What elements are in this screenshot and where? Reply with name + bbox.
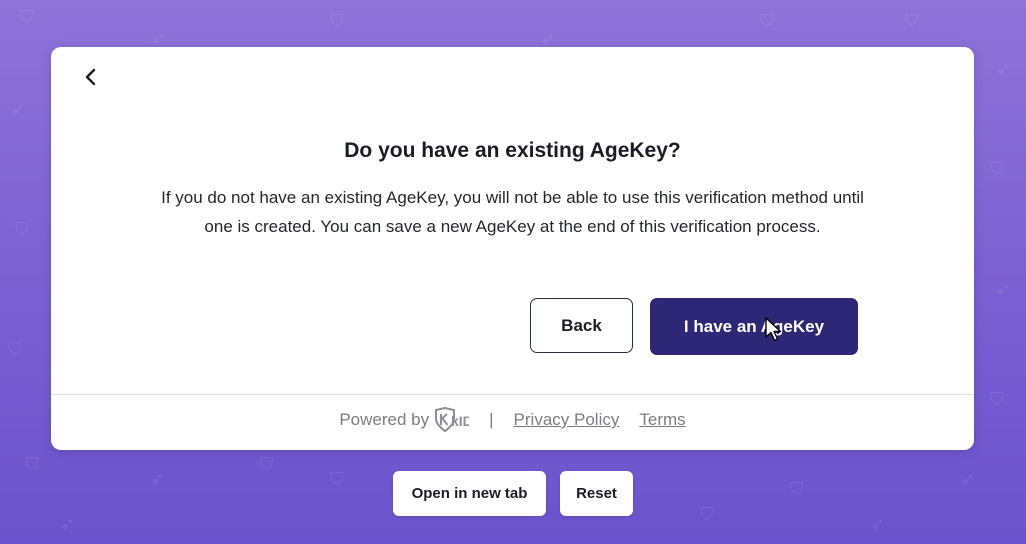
shield-icon: ⛉ xyxy=(260,454,274,474)
shield-icon: ⛉ xyxy=(330,11,344,31)
have-agekey-button[interactable]: I have an AgeKey xyxy=(650,298,858,355)
rocket-icon: ➶ xyxy=(995,59,1011,79)
rocket-icon: ➶ xyxy=(60,514,76,534)
rocket-icon: ➶ xyxy=(150,469,166,489)
shield-icon: ⛉ xyxy=(905,11,919,31)
footer-divider xyxy=(51,394,974,395)
logo-text: kID xyxy=(451,413,469,429)
kid-shield-logo: kID xyxy=(433,407,469,433)
agekey-dialog: Do you have an existing AgeKey? If you d… xyxy=(51,47,974,450)
shield-icon: ⛉ xyxy=(15,219,29,239)
back-button[interactable]: Back xyxy=(530,298,633,353)
rocket-icon: ➶ xyxy=(10,99,26,119)
rocket-icon: ➶ xyxy=(540,29,556,49)
rocket-icon: ➶ xyxy=(150,29,166,49)
powered-by: Powered by kID xyxy=(339,407,469,433)
shield-icon: ⛉ xyxy=(760,11,774,31)
rocket-icon: ➶ xyxy=(870,514,886,534)
shield-icon: ⛉ xyxy=(990,389,1004,409)
powered-by-label: Powered by xyxy=(339,410,430,429)
dialog-body: If you do not have an existing AgeKey, y… xyxy=(161,188,864,236)
shield-icon: ⛉ xyxy=(990,159,1004,179)
open-in-new-tab-button[interactable]: Open in new tab xyxy=(393,471,546,516)
shield-icon: ⛉ xyxy=(330,469,344,489)
rocket-icon: ➶ xyxy=(995,279,1011,299)
terms-link[interactable]: Terms xyxy=(639,410,685,430)
shield-icon: ⛉ xyxy=(25,454,39,474)
chevron-left-icon[interactable] xyxy=(79,65,103,89)
shield-icon: ⛉ xyxy=(20,7,34,27)
dialog-title: Do you have an existing AgeKey? xyxy=(344,139,681,162)
privacy-policy-link[interactable]: Privacy Policy xyxy=(514,410,620,430)
rocket-icon: ➶ xyxy=(960,469,976,489)
shield-icon: ⛉ xyxy=(8,339,22,359)
dialog-footer: Powered by kID | Privacy Policy Terms xyxy=(51,405,974,435)
reset-button[interactable]: Reset xyxy=(560,471,633,516)
footer-separator: | xyxy=(489,410,494,429)
shield-icon: ⛉ xyxy=(790,479,804,499)
shield-icon: ⛉ xyxy=(700,504,714,524)
